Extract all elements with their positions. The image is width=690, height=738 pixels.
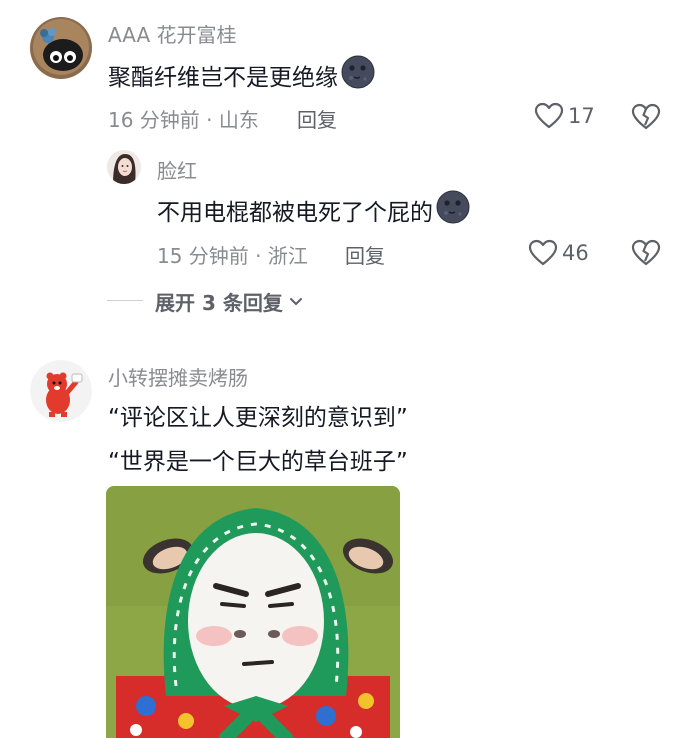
avatar-image [30,360,92,422]
broken-heart-icon [631,239,661,266]
divider [107,300,143,301]
like-count: 17 [568,104,595,128]
dislike-button[interactable] [631,239,661,271]
dislike-button[interactable] [631,103,661,135]
comment-body: 聚酯纤维岂不是更绝缘 [108,65,338,91]
comment-sticker-image[interactable] [106,486,400,738]
avatar-image [107,150,141,184]
dark-moon-face-emoji [341,55,375,95]
reply-button[interactable]: 回复 [345,240,385,269]
like-count: 46 [562,241,589,265]
comment-meta: 16 分钟前 · 山东 [108,108,259,132]
avatar[interactable] [107,150,141,184]
broken-heart-icon [631,103,661,130]
comment-username[interactable]: 小转摆摊卖烤肠 [108,362,248,391]
like-button[interactable]: 46 [528,239,589,267]
heart-outline-icon [534,102,564,129]
like-button[interactable]: 17 [534,102,595,130]
reply-text: 不用电棍都被电死了个屁的 [157,190,470,230]
chevron-down-icon [289,297,302,305]
avatar-image [30,17,92,79]
reply-body: 不用电棍都被电死了个屁的 [157,200,433,226]
avatar[interactable] [30,17,92,79]
expand-replies-label: 展开 3 条回复 [155,291,283,315]
avatar[interactable] [30,360,92,422]
comment-text-line-2: “世界是一个巨大的草台班子” [108,449,408,475]
comment-text: 聚酯纤维岂不是更绝缘 [108,55,375,95]
dark-moon-face-emoji [436,190,470,230]
comment-username[interactable]: AAA 花开富桂 [108,19,237,48]
sheep-headscarf-sticker [106,486,400,738]
heart-outline-icon [528,239,558,266]
comment-text-line-1: “评论区让人更深刻的意识到” [108,405,408,431]
reply-meta: 15 分钟前 · 浙江 [157,244,308,268]
reply-username[interactable]: 脸红 [157,155,197,184]
reply-button[interactable]: 回复 [297,104,337,133]
expand-replies-button[interactable]: 展开 3 条回复 [155,287,303,316]
